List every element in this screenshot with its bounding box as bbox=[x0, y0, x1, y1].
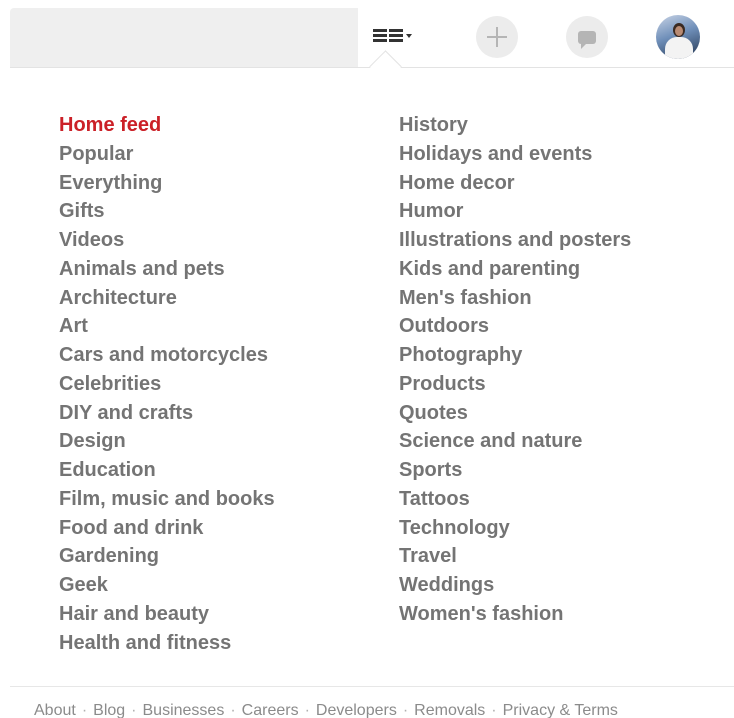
category-health-and-fitness[interactable]: Health and fitness bbox=[59, 632, 275, 661]
category-travel[interactable]: Travel bbox=[399, 545, 631, 574]
page: Home feed Popular Everything Gifts Videos Ani… bbox=[0, 0, 734, 718]
chevron-down-icon bbox=[405, 34, 412, 38]
category-food-and-drink[interactable]: Food and drink bbox=[59, 517, 275, 546]
footer-separator: · bbox=[131, 702, 137, 718]
footer-link-about[interactable]: About bbox=[34, 702, 76, 718]
category-tattoos[interactable]: Tattoos bbox=[399, 488, 631, 517]
add-pin-button[interactable] bbox=[476, 16, 518, 58]
category-diy-and-crafts[interactable]: DIY and crafts bbox=[59, 402, 275, 431]
category-cars-and-motorcycles[interactable]: Cars and motorcycles bbox=[59, 344, 275, 373]
category-science-and-nature[interactable]: Science and nature bbox=[399, 430, 631, 459]
category-architecture[interactable]: Architecture bbox=[59, 287, 275, 316]
category-geek[interactable]: Geek bbox=[59, 574, 275, 603]
category-art[interactable]: Art bbox=[59, 315, 275, 344]
footer-divider bbox=[10, 686, 734, 687]
category-women-s-fashion[interactable]: Women's fashion bbox=[399, 603, 631, 632]
avatar[interactable] bbox=[656, 15, 700, 59]
footer-separator: · bbox=[81, 702, 88, 718]
category-humor[interactable]: Humor bbox=[399, 200, 631, 229]
footer-links: About · Blog · Businesses · Careers · Developers… bbox=[34, 702, 618, 718]
category-animals-and-pets[interactable]: Animals and pets bbox=[59, 258, 275, 287]
footer-separator: · bbox=[402, 702, 409, 718]
category-holidays-and-events[interactable]: Holidays and events bbox=[399, 143, 631, 172]
messages-button[interactable] bbox=[566, 16, 608, 58]
chat-bubble-icon bbox=[578, 30, 596, 49]
avatar-face bbox=[675, 26, 683, 36]
footer-separator: · bbox=[491, 702, 497, 718]
category-everything[interactable]: Everything bbox=[59, 172, 275, 201]
category-quotes[interactable]: Quotes bbox=[399, 402, 631, 431]
category-design[interactable]: Design bbox=[59, 430, 275, 459]
category-gifts[interactable]: Gifts bbox=[59, 200, 275, 229]
footer-link-careers[interactable]: Careers bbox=[242, 702, 299, 718]
footer-separator: · bbox=[230, 702, 236, 718]
category-products[interactable]: Products bbox=[399, 373, 631, 402]
dropdown-pointer bbox=[369, 50, 402, 83]
footer-separator: · bbox=[304, 702, 310, 718]
category-celebrities[interactable]: Celebrities bbox=[59, 373, 275, 402]
category-kids-and-parenting[interactable]: Kids and parenting bbox=[399, 258, 631, 287]
category-sports[interactable]: Sports bbox=[399, 459, 631, 488]
category-gardening[interactable]: Gardening bbox=[59, 545, 275, 574]
category-home-decor[interactable]: Home decor bbox=[399, 172, 631, 201]
category-men-s-fashion[interactable]: Men's fashion bbox=[399, 287, 631, 316]
category-hair-and-beauty[interactable]: Hair and beauty bbox=[59, 603, 275, 632]
category-illustrations-and-posters[interactable]: Illustrations and posters bbox=[399, 229, 631, 258]
category-photography[interactable]: Photography bbox=[399, 344, 631, 373]
category-menu-icon bbox=[372, 28, 403, 42]
category-outdoors[interactable]: Outdoors bbox=[399, 315, 631, 344]
footer-link-businesses[interactable]: Businesses bbox=[143, 702, 225, 718]
category-list-left: Home feed Popular Everything Gifts Videos Ani… bbox=[59, 114, 275, 660]
footer-link-removals[interactable]: Removals bbox=[414, 702, 485, 718]
avatar-body bbox=[665, 37, 693, 59]
category-popular[interactable]: Popular bbox=[59, 143, 275, 172]
category-menu-button[interactable] bbox=[363, 18, 421, 52]
category-videos[interactable]: Videos bbox=[59, 229, 275, 258]
header-bar bbox=[0, 0, 734, 83]
category-technology[interactable]: Technology bbox=[399, 517, 631, 546]
category-home-feed[interactable]: Home feed bbox=[59, 114, 275, 143]
footer-link-developers[interactable]: Developers bbox=[316, 702, 397, 718]
category-list-right: History Holidays and events Home decor Humo… bbox=[399, 114, 631, 632]
category-film-music-and-books[interactable]: Film, music and books bbox=[59, 488, 275, 517]
category-history[interactable]: History bbox=[399, 114, 631, 143]
footer-link-privacy-and-terms[interactable]: Privacy & Terms bbox=[503, 702, 618, 718]
category-weddings[interactable]: Weddings bbox=[399, 574, 631, 603]
search-input[interactable] bbox=[10, 8, 358, 67]
footer-link-blog[interactable]: Blog bbox=[93, 702, 125, 718]
category-education[interactable]: Education bbox=[59, 459, 275, 488]
plus-icon bbox=[487, 27, 507, 47]
